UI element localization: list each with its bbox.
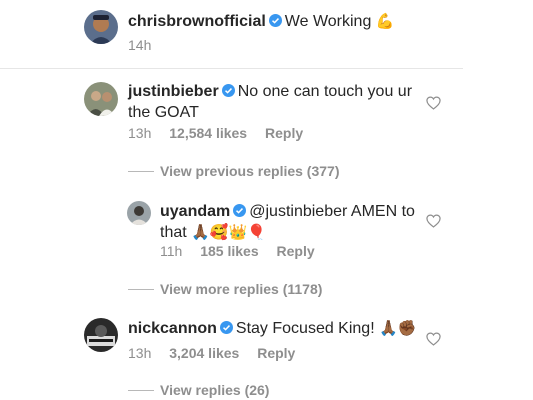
like-heart-icon[interactable] bbox=[426, 96, 441, 110]
like-heart-icon[interactable] bbox=[426, 332, 441, 346]
reply-username[interactable]: uyandam bbox=[160, 203, 230, 220]
reply-button[interactable]: Reply bbox=[265, 125, 303, 141]
reply-text-line2: that bbox=[160, 224, 187, 241]
comment-time: 13h bbox=[128, 345, 152, 361]
view-more-replies-link[interactable]: View more replies (1178) bbox=[160, 281, 322, 297]
comment-username[interactable]: nickcannon bbox=[128, 320, 217, 337]
like-heart-icon[interactable] bbox=[426, 214, 441, 228]
view-replies-link[interactable]: View replies (26) bbox=[160, 382, 269, 398]
avatar-justinbieber[interactable] bbox=[84, 82, 118, 116]
reply-emoji: 🙏🏾🥰👑🎈 bbox=[191, 223, 266, 241]
reply-mention[interactable]: @justinbieber bbox=[249, 203, 347, 220]
thread-line bbox=[128, 390, 154, 391]
reply-likes[interactable]: 185 likes bbox=[200, 243, 258, 259]
reply-meta: 11h 185 likes Reply bbox=[160, 243, 329, 259]
avatar-uyandam[interactable] bbox=[127, 201, 151, 225]
reply-uyandam-text: uyandam @justinbieber AMEN to that 🙏🏾🥰👑🎈 bbox=[160, 201, 420, 243]
post-text: We Working bbox=[284, 13, 372, 30]
comment-text-line2: the GOAT bbox=[128, 104, 199, 121]
verified-badge-icon bbox=[233, 204, 247, 217]
avatar-nickcannon[interactable] bbox=[84, 318, 118, 352]
reply-text-line1: AMEN to bbox=[350, 203, 415, 220]
post-emoji: 💪 bbox=[375, 12, 395, 30]
verified-badge-icon bbox=[268, 14, 282, 27]
comment-likes[interactable]: 12,584 likes bbox=[169, 125, 247, 141]
post-time: 14h bbox=[128, 37, 152, 53]
post-caption: chrisbrownofficial We Working 💪 bbox=[128, 11, 394, 32]
comment-text: Stay Focused King! bbox=[235, 320, 375, 337]
reply-button[interactable]: Reply bbox=[277, 243, 315, 259]
divider bbox=[0, 68, 463, 69]
post-username[interactable]: chrisbrownofficial bbox=[128, 13, 266, 30]
thread-line bbox=[128, 289, 154, 290]
reply-button[interactable]: Reply bbox=[257, 345, 295, 361]
thread-line bbox=[128, 171, 154, 172]
comment-meta: 13h 12,584 likes Reply bbox=[128, 125, 317, 141]
verified-badge-icon bbox=[219, 321, 233, 334]
comment-meta: 13h 3,204 likes Reply bbox=[128, 345, 309, 361]
comment-text-line1: No one can touch you ur bbox=[237, 83, 413, 100]
comment-justinbieber-text: justinbieber No one can touch you ur the … bbox=[128, 81, 418, 123]
reply-time: 11h bbox=[160, 243, 183, 259]
comment-nickcannon-text: nickcannon Stay Focused King! 🙏🏾✊🏾 bbox=[128, 318, 428, 339]
view-previous-replies-link[interactable]: View previous replies (377) bbox=[160, 163, 340, 179]
post-meta: 14h bbox=[128, 37, 165, 53]
avatar-chrisbrownofficial[interactable] bbox=[84, 10, 118, 44]
verified-badge-icon bbox=[221, 84, 235, 97]
comment-username[interactable]: justinbieber bbox=[128, 83, 219, 100]
comment-likes[interactable]: 3,204 likes bbox=[169, 345, 239, 361]
comment-emoji: 🙏🏾✊🏾 bbox=[379, 319, 417, 337]
comment-time: 13h bbox=[128, 125, 152, 141]
